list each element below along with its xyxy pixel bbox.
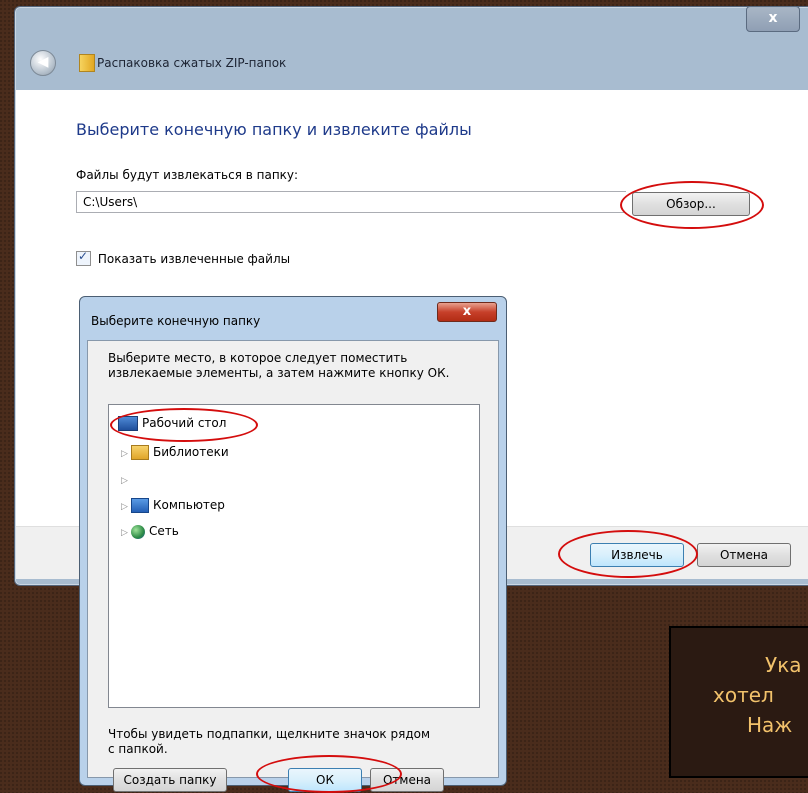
tree-item-computer[interactable]: ▷ Компьютер bbox=[121, 498, 225, 513]
dialog-close-button[interactable]: x bbox=[437, 302, 497, 322]
destination-label: Файлы будут извлекаться в папку: bbox=[76, 168, 299, 182]
tree-item-label: Компьютер bbox=[153, 498, 225, 512]
caption-line-1: Ука bbox=[765, 653, 802, 677]
dialog-cancel-button[interactable]: Отмена bbox=[370, 768, 444, 792]
back-arrow-icon[interactable]: ◀ bbox=[30, 50, 56, 76]
caption-line-2: хотел bbox=[713, 683, 774, 707]
page-heading: Выберите конечную папку и извлеките файл… bbox=[76, 120, 472, 139]
tree-item-label: Библиотеки bbox=[153, 445, 229, 459]
browse-button[interactable]: Обзор... bbox=[632, 192, 750, 216]
expand-arrow-icon[interactable]: ▷ bbox=[121, 528, 131, 538]
show-files-checkbox[interactable] bbox=[76, 249, 91, 266]
expand-arrow-icon[interactable]: ▷ bbox=[121, 502, 131, 512]
instruction-caption: Ука хотел Наж bbox=[669, 626, 808, 778]
tree-item-label: Рабочий стол bbox=[142, 416, 227, 430]
tree-item-libraries[interactable]: ▷ Библиотеки bbox=[121, 445, 229, 460]
desktop-icon bbox=[118, 416, 138, 431]
caption-line-3: Наж bbox=[747, 713, 793, 737]
tree-item-network[interactable]: ▷ Сеть bbox=[121, 524, 179, 539]
window-title: Распаковка сжатых ZIP-папок bbox=[97, 56, 287, 70]
window-close-button[interactable]: x bbox=[746, 6, 800, 32]
network-icon bbox=[131, 524, 145, 539]
zip-folder-icon bbox=[79, 54, 95, 72]
extract-button[interactable]: Извлечь bbox=[590, 543, 684, 567]
show-files-label: Показать извлеченные файлы bbox=[97, 251, 291, 266]
dialog-title: Выберите конечную папку bbox=[91, 314, 261, 328]
ok-button[interactable]: ОК bbox=[288, 768, 362, 792]
new-folder-button[interactable]: Создать папку bbox=[113, 768, 227, 792]
dialog-instructions: Выберите место, в которое следует помест… bbox=[108, 351, 450, 380]
show-files-row[interactable]: Показать извлеченные файлы bbox=[76, 249, 291, 266]
tree-item-label: Сеть bbox=[149, 524, 179, 538]
tree-item-desktop[interactable]: Рабочий стол bbox=[118, 416, 226, 431]
cancel-button[interactable]: Отмена bbox=[697, 543, 791, 567]
expand-arrow-icon[interactable]: ▷ bbox=[121, 449, 131, 459]
dialog-hint: Чтобы увидеть подпапки, щелкните значок … bbox=[108, 727, 431, 756]
libraries-icon bbox=[131, 445, 149, 460]
destination-path-input[interactable]: C:\Users\ bbox=[76, 191, 626, 213]
computer-icon bbox=[131, 498, 149, 513]
tree-item-user[interactable]: ▷ bbox=[121, 472, 131, 486]
expand-arrow-icon[interactable]: ▷ bbox=[121, 476, 131, 486]
